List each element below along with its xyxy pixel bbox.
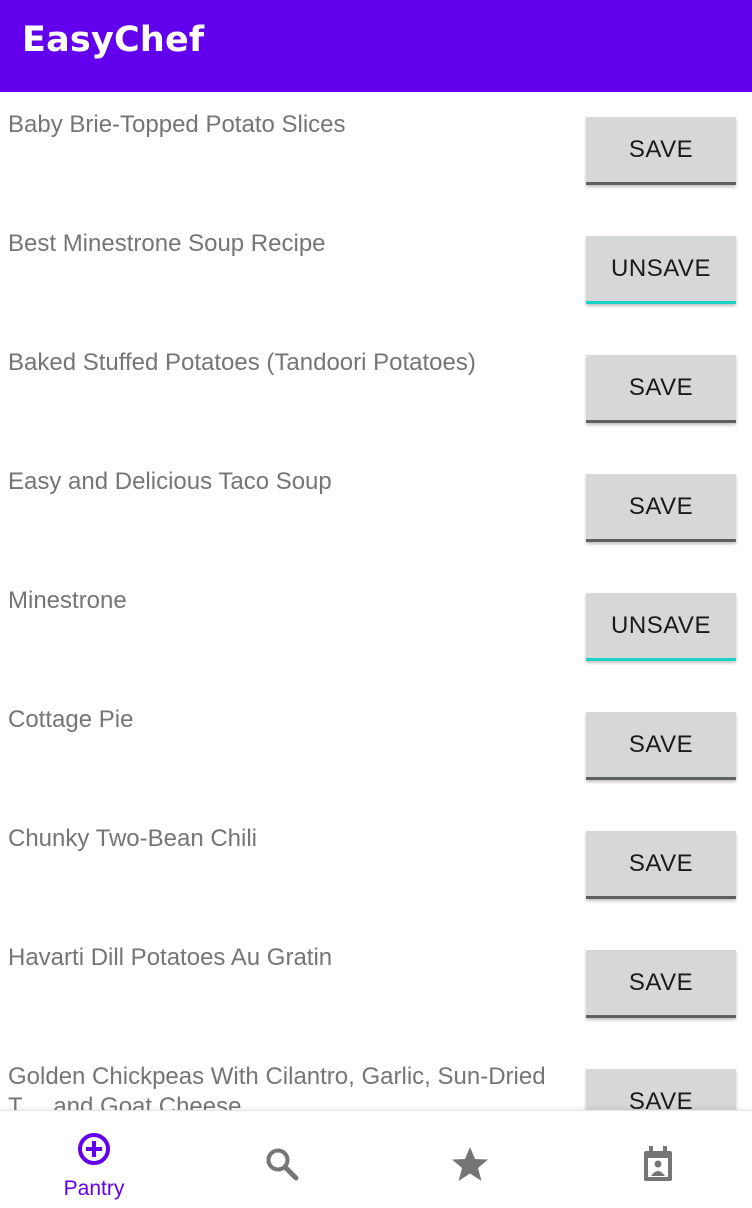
list-item[interactable]: Havarti Dill Potatoes Au Gratin SAVE (0, 925, 752, 1044)
bottom-navigation: Pantry (0, 1110, 752, 1208)
recipe-title[interactable]: Chunky Two-Bean Chili (8, 824, 578, 854)
save-button[interactable]: SAVE (586, 831, 736, 899)
recipe-title[interactable]: Golden Chickpeas With Cilantro, Garlic, … (8, 1062, 578, 1110)
recipe-title[interactable]: Easy and Delicious Taco Soup (8, 467, 578, 497)
list-item[interactable]: Minestrone UNSAVE (0, 568, 752, 687)
nav-item-search[interactable] (188, 1111, 376, 1208)
nav-item-favorites[interactable] (376, 1111, 564, 1208)
calendar-icon (644, 1146, 672, 1181)
save-button[interactable]: SAVE (586, 474, 736, 542)
recipe-title[interactable]: Minestrone (8, 586, 578, 616)
recipe-list[interactable]: Baby Brie-Topped Potato Slices SAVE Best… (0, 92, 752, 1110)
search-icon (266, 1148, 299, 1181)
save-button[interactable]: SAVE (586, 712, 736, 780)
list-item[interactable]: Best Minestrone Soup Recipe UNSAVE (0, 211, 752, 330)
list-item[interactable]: Easy and Delicious Taco Soup SAVE (0, 449, 752, 568)
recipe-title[interactable]: Cottage Pie (8, 705, 578, 735)
save-button[interactable]: SAVE (586, 1069, 736, 1110)
list-item[interactable]: Baby Brie-Topped Potato Slices SAVE (0, 92, 752, 211)
save-button[interactable]: SAVE (586, 355, 736, 423)
app-title: EasyChef (22, 20, 205, 60)
app-bar: EasyChef (0, 0, 752, 92)
nav-item-pantry[interactable]: Pantry (0, 1111, 188, 1208)
nav-label-pantry: Pantry (63, 1177, 125, 1200)
save-button[interactable]: SAVE (586, 117, 736, 185)
save-button[interactable]: SAVE (586, 950, 736, 1018)
list-item[interactable]: Golden Chickpeas With Cilantro, Garlic, … (0, 1044, 752, 1110)
recipe-title[interactable]: Baby Brie-Topped Potato Slices (8, 110, 578, 140)
unsave-button[interactable]: UNSAVE (586, 236, 736, 304)
add-circle-icon (78, 1133, 110, 1165)
list-item[interactable]: Chunky Two-Bean Chili SAVE (0, 806, 752, 925)
unsave-button[interactable]: UNSAVE (586, 593, 736, 661)
recipe-title[interactable]: Havarti Dill Potatoes Au Gratin (8, 943, 578, 973)
list-item[interactable]: Cottage Pie SAVE (0, 687, 752, 806)
star-icon (452, 1147, 488, 1181)
list-item[interactable]: Baked Stuffed Potatoes (Tandoori Potatoe… (0, 330, 752, 449)
recipe-title[interactable]: Best Minestrone Soup Recipe (8, 229, 578, 259)
recipe-title[interactable]: Baked Stuffed Potatoes (Tandoori Potatoe… (8, 348, 578, 378)
nav-item-planner[interactable] (564, 1111, 752, 1208)
